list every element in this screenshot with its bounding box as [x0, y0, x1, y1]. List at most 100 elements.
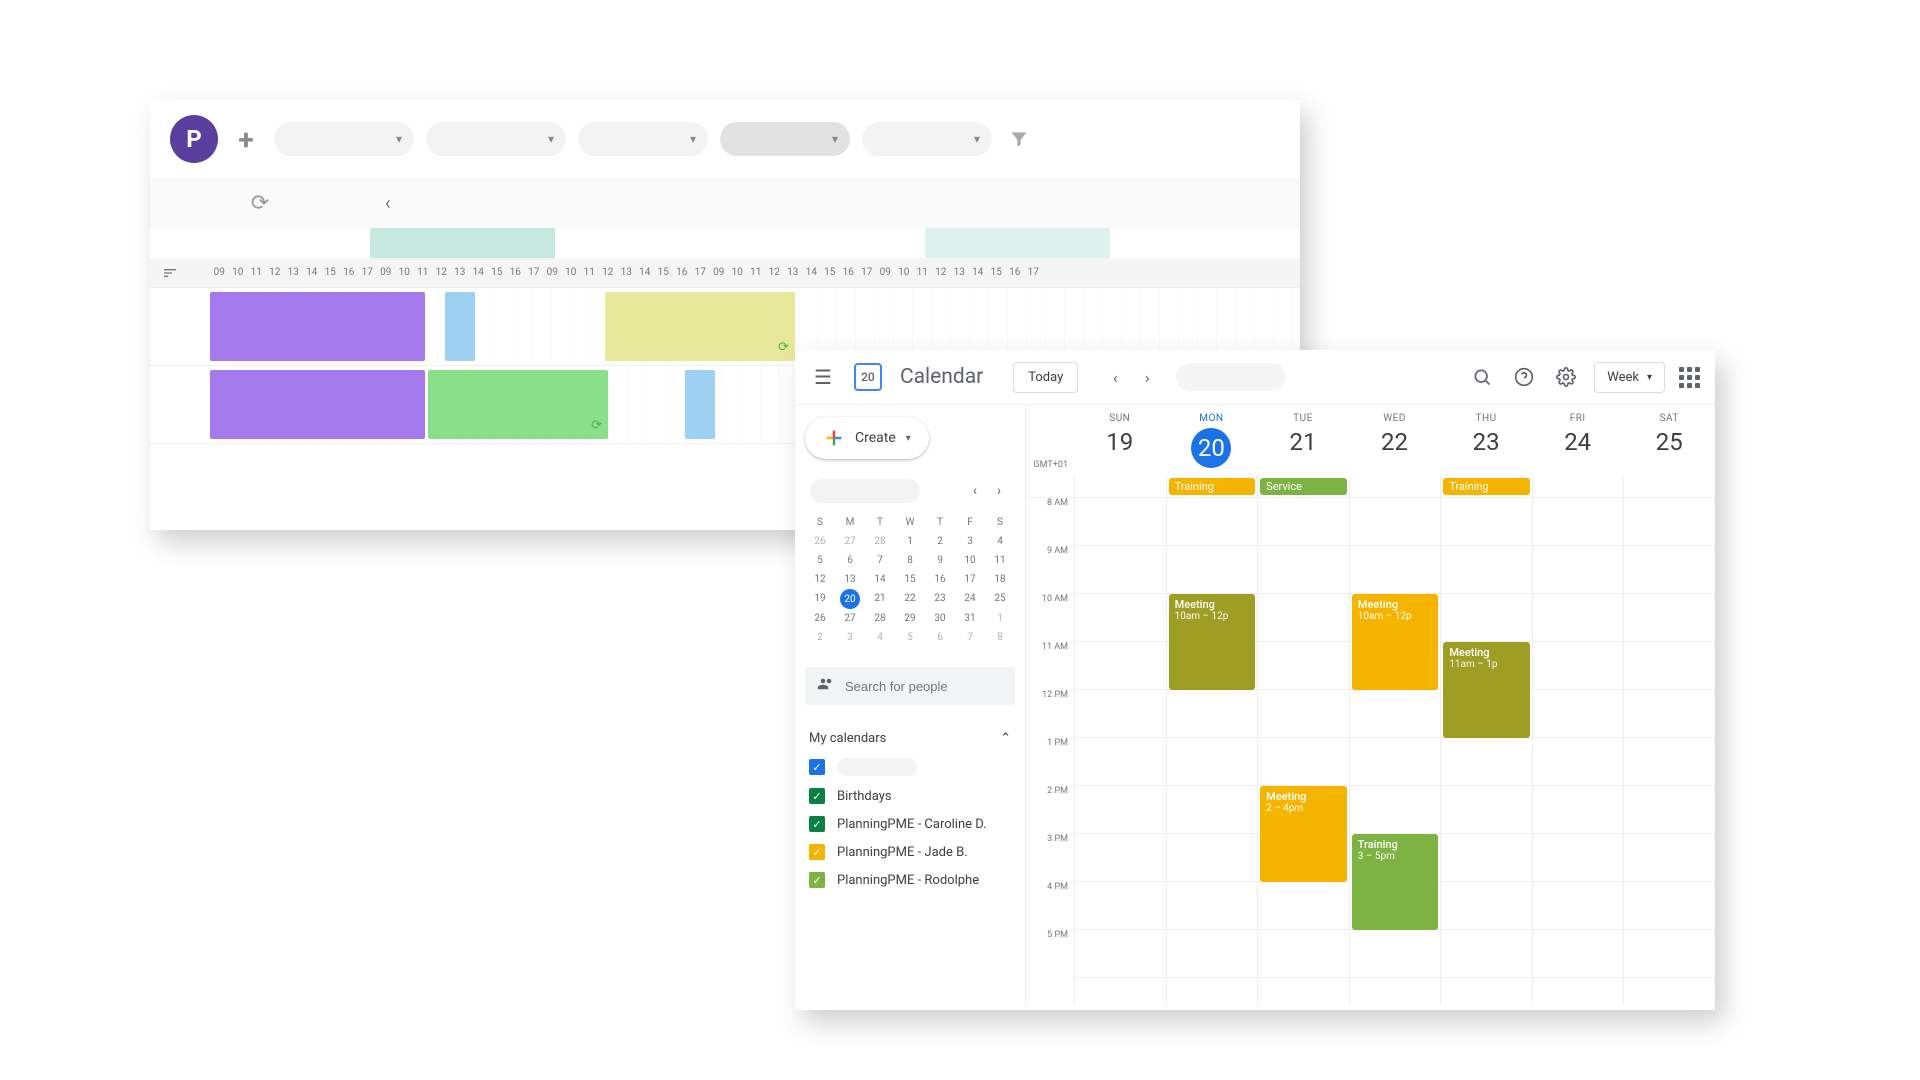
- mini-day-cell[interactable]: 27: [835, 532, 865, 551]
- calendar-item[interactable]: ✓Birthdays: [805, 782, 1015, 810]
- mini-day-cell[interactable]: 6: [925, 628, 955, 647]
- pme-dropdown-3[interactable]: [578, 122, 708, 156]
- pme-prev-button[interactable]: ‹: [370, 193, 405, 214]
- pme-dropdown-5[interactable]: [862, 122, 992, 156]
- mini-day-cell[interactable]: 30: [925, 609, 955, 628]
- mini-day-cell[interactable]: 8: [895, 551, 925, 570]
- mini-day-cell[interactable]: 19: [805, 589, 835, 609]
- mini-day-cell[interactable]: 26: [805, 532, 835, 551]
- mini-day-cell[interactable]: 10: [955, 551, 985, 570]
- mini-day-cell[interactable]: 21: [865, 589, 895, 609]
- calendar-item[interactable]: ✓PlanningPME - Jade B.: [805, 838, 1015, 866]
- calendar-checkbox[interactable]: ✓: [809, 872, 825, 888]
- grid-day-column[interactable]: Meeting10am – 12p: [1166, 498, 1258, 1005]
- allday-cell[interactable]: [1074, 476, 1166, 497]
- mini-day-cell[interactable]: 7: [955, 628, 985, 647]
- create-button[interactable]: Create ▾: [805, 417, 929, 459]
- day-header[interactable]: MON20: [1166, 405, 1258, 476]
- calendar-event[interactable]: Meeting10am – 12p: [1352, 594, 1439, 690]
- mini-day-cell[interactable]: 28: [865, 532, 895, 551]
- pme-task-purple[interactable]: [210, 370, 425, 439]
- calendar-event[interactable]: Training3 – 5pm: [1352, 834, 1439, 930]
- allday-event[interactable]: Training: [1443, 478, 1530, 495]
- mini-day-cell[interactable]: 1: [895, 532, 925, 551]
- day-header[interactable]: TUE21: [1257, 405, 1349, 476]
- mini-day-cell[interactable]: 18: [985, 570, 1015, 589]
- grid-day-column[interactable]: [1074, 498, 1166, 1005]
- mini-day-cell[interactable]: 22: [895, 589, 925, 609]
- grid-day-column[interactable]: [1532, 498, 1624, 1005]
- grid-day-column[interactable]: Meeting10am – 12p Training3 – 5pm: [1349, 498, 1441, 1005]
- mini-day-cell[interactable]: 12: [805, 570, 835, 589]
- mini-day-cell[interactable]: 11: [985, 551, 1015, 570]
- pme-dropdown-4[interactable]: [720, 122, 850, 156]
- refresh-icon[interactable]: ⟳: [251, 191, 269, 216]
- mini-day-cell[interactable]: 9: [925, 551, 955, 570]
- my-calendars-toggle[interactable]: My calendars ⌃: [805, 725, 1015, 752]
- allday-cell[interactable]: Service: [1257, 476, 1349, 497]
- calendar-item[interactable]: ✓PlanningPME - Caroline D.: [805, 810, 1015, 838]
- pme-task-blue[interactable]: [685, 370, 715, 439]
- mini-day-cell[interactable]: 23: [925, 589, 955, 609]
- calendar-event[interactable]: Meeting2 – 4pm: [1260, 786, 1347, 882]
- calendar-checkbox[interactable]: ✓: [809, 759, 825, 775]
- mini-day-cell[interactable]: 3: [955, 532, 985, 551]
- day-header[interactable]: SUN19: [1074, 405, 1166, 476]
- day-header[interactable]: FRI24: [1532, 405, 1624, 476]
- today-button[interactable]: Today: [1013, 362, 1078, 393]
- allday-cell[interactable]: [1623, 476, 1715, 497]
- grid-day-column[interactable]: Meeting11am – 1p: [1440, 498, 1532, 1005]
- mini-day-cell[interactable]: 24: [955, 589, 985, 609]
- pme-task-yellow[interactable]: ⟳: [605, 292, 795, 361]
- settings-icon[interactable]: [1552, 363, 1580, 391]
- calendar-checkbox[interactable]: ✓: [809, 788, 825, 804]
- allday-cell[interactable]: Training: [1166, 476, 1258, 497]
- mini-day-cell[interactable]: 25: [985, 589, 1015, 609]
- mini-day-cell[interactable]: 16: [925, 570, 955, 589]
- pme-task-purple[interactable]: [210, 292, 425, 361]
- pme-task-blue[interactable]: [445, 292, 475, 361]
- calendar-item[interactable]: ✓PlanningPME - Rodolphe: [805, 866, 1015, 894]
- sort-icon[interactable]: [150, 265, 190, 281]
- mini-day-cell[interactable]: 31: [955, 609, 985, 628]
- mini-day-cell[interactable]: 6: [835, 551, 865, 570]
- pme-add-button[interactable]: +: [230, 123, 262, 155]
- day-header[interactable]: SAT25: [1623, 405, 1715, 476]
- calendar-item[interactable]: ✓: [805, 752, 1015, 782]
- pme-dropdown-1[interactable]: [274, 122, 414, 156]
- search-people[interactable]: [805, 667, 1015, 705]
- mini-day-cell[interactable]: 7: [865, 551, 895, 570]
- calendar-checkbox[interactable]: ✓: [809, 816, 825, 832]
- hamburger-icon[interactable]: ☰: [810, 361, 836, 393]
- grid-day-column[interactable]: Meeting2 – 4pm: [1257, 498, 1349, 1005]
- search-icon[interactable]: [1468, 363, 1496, 391]
- allday-event[interactable]: Training: [1169, 478, 1256, 495]
- mini-day-cell[interactable]: 1: [985, 609, 1015, 628]
- mini-day-cell[interactable]: 5: [805, 551, 835, 570]
- mini-prev-button[interactable]: ‹: [964, 480, 986, 502]
- day-header[interactable]: THU23: [1440, 405, 1532, 476]
- mini-day-cell[interactable]: 28: [865, 609, 895, 628]
- pme-task-green[interactable]: ⟳: [428, 370, 608, 439]
- calendar-event[interactable]: Meeting10am – 12p: [1169, 594, 1256, 690]
- mini-next-button[interactable]: ›: [988, 480, 1010, 502]
- allday-event[interactable]: Service: [1260, 478, 1347, 495]
- google-apps-icon[interactable]: [1679, 367, 1700, 388]
- mini-day-cell[interactable]: 3: [835, 628, 865, 647]
- mini-day-cell[interactable]: 14: [865, 570, 895, 589]
- mini-day-cell[interactable]: 4: [985, 532, 1015, 551]
- grid-day-column[interactable]: [1623, 498, 1715, 1005]
- allday-cell[interactable]: Training: [1440, 476, 1532, 497]
- view-select[interactable]: Week ▾: [1594, 362, 1665, 393]
- allday-cell[interactable]: [1532, 476, 1624, 497]
- mini-day-cell[interactable]: 5: [895, 628, 925, 647]
- mini-day-cell[interactable]: 2: [925, 532, 955, 551]
- day-header[interactable]: WED22: [1349, 405, 1441, 476]
- mini-day-cell[interactable]: 15: [895, 570, 925, 589]
- search-people-input[interactable]: [845, 679, 1021, 694]
- mini-day-cell[interactable]: 2: [805, 628, 835, 647]
- prev-week-button[interactable]: ‹: [1101, 363, 1129, 391]
- mini-day-cell[interactable]: 4: [865, 628, 895, 647]
- mini-day-cell[interactable]: 17: [955, 570, 985, 589]
- mini-day-cell[interactable]: 20: [840, 589, 860, 609]
